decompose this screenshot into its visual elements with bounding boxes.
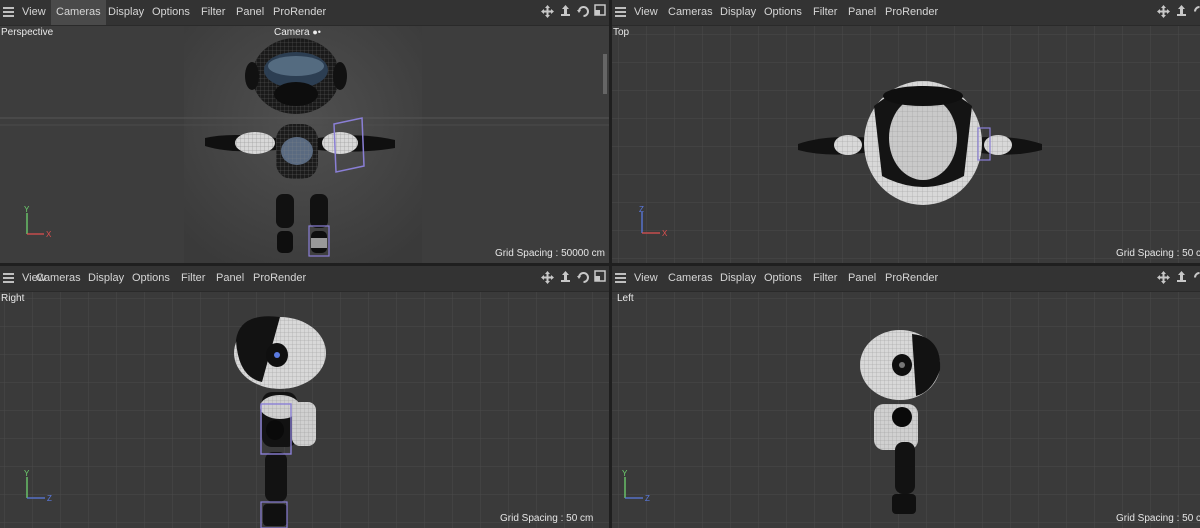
menu-filter[interactable]: Filter bbox=[196, 0, 230, 25]
move-icon[interactable] bbox=[540, 4, 555, 19]
right-canvas[interactable]: Y Z bbox=[0, 292, 609, 528]
axis-x-label: X bbox=[46, 230, 52, 239]
menu-view[interactable]: View bbox=[17, 0, 51, 25]
viewport-menubar: View Cameras Display Options Filter Pane… bbox=[0, 266, 609, 292]
viewport-left[interactable]: View Cameras Display Options Filter Pane… bbox=[612, 266, 1200, 528]
menu-display[interactable]: Display bbox=[715, 0, 761, 25]
grid-spacing-label: Grid Spacing : 50 cm bbox=[1116, 248, 1200, 259]
viewport-menubar: View Cameras Display Options Filter Pane… bbox=[612, 0, 1200, 26]
rotate-icon[interactable] bbox=[576, 4, 591, 19]
viewport-perspective[interactable]: View Cameras Display Options Filter Pane… bbox=[0, 0, 609, 263]
viewport-menubar: View Cameras Display Options Filter Pane… bbox=[0, 0, 609, 26]
left-canvas[interactable]: Y Z bbox=[612, 292, 1200, 528]
menu-prorender[interactable]: ProRender bbox=[248, 266, 311, 291]
camera-icon[interactable]: ●• bbox=[312, 27, 321, 37]
hamburger-icon[interactable] bbox=[3, 273, 14, 284]
viewport-title: Right bbox=[1, 293, 25, 304]
viewport-right[interactable]: View Cameras Display Options Filter Pane… bbox=[0, 266, 609, 528]
menu-cameras[interactable]: Cameras bbox=[51, 0, 106, 25]
menu-filter[interactable]: Filter bbox=[808, 266, 842, 291]
rotate-icon[interactable] bbox=[1192, 4, 1200, 19]
move-icon[interactable] bbox=[540, 270, 555, 285]
menu-cameras[interactable]: Cameras bbox=[663, 266, 718, 291]
move-icon[interactable] bbox=[1156, 4, 1171, 19]
menu-filter[interactable]: Filter bbox=[176, 266, 210, 291]
move-icon[interactable] bbox=[1156, 270, 1171, 285]
menu-options[interactable]: Options bbox=[127, 266, 175, 291]
viewport-menubar: View Cameras Display Options Filter Pane… bbox=[612, 266, 1200, 292]
menu-prorender[interactable]: ProRender bbox=[268, 0, 331, 25]
menu-prorender[interactable]: ProRender bbox=[880, 266, 943, 291]
menu-cameras[interactable]: Cameras bbox=[663, 0, 718, 25]
perspective-canvas[interactable]: Y X bbox=[0, 26, 609, 263]
viewport-title: Left bbox=[617, 293, 634, 304]
menu-view[interactable]: View bbox=[629, 266, 663, 291]
menu-prorender[interactable]: ProRender bbox=[880, 0, 943, 25]
menu-options[interactable]: Options bbox=[759, 0, 807, 25]
menu-panel[interactable]: Panel bbox=[843, 266, 881, 291]
viewport-top[interactable]: View Cameras Display Options Filter Pane… bbox=[612, 0, 1200, 263]
maximize-icon[interactable] bbox=[594, 270, 606, 282]
hamburger-icon[interactable] bbox=[615, 7, 626, 18]
menu-panel[interactable]: Panel bbox=[231, 0, 269, 25]
axis-y-label: Y bbox=[24, 205, 30, 214]
menu-display[interactable]: Display bbox=[103, 0, 149, 25]
axis-z-label: Z bbox=[639, 205, 644, 214]
grid-spacing-label: Grid Spacing : 50000 cm bbox=[494, 248, 605, 259]
menu-options[interactable]: Options bbox=[759, 266, 807, 291]
grid-spacing-label: Grid Spacing : 50 cm bbox=[500, 513, 594, 524]
grid-spacing-label: Grid Spacing : 50 cm bbox=[1116, 513, 1200, 524]
top-canvas[interactable]: Z X bbox=[612, 26, 1200, 263]
menu-filter[interactable]: Filter bbox=[808, 0, 842, 25]
hamburger-icon[interactable] bbox=[3, 7, 14, 18]
camera-label[interactable]: Camera ●• bbox=[274, 27, 321, 38]
pan-icon[interactable] bbox=[558, 270, 573, 285]
menu-display[interactable]: Display bbox=[83, 266, 129, 291]
axis-y-label: Y bbox=[622, 469, 628, 478]
menu-options[interactable]: Options bbox=[147, 0, 195, 25]
viewport-title: Top bbox=[613, 27, 630, 38]
pan-icon[interactable] bbox=[558, 4, 573, 19]
menu-cameras[interactable]: Cameras bbox=[31, 266, 86, 291]
menu-view[interactable]: View bbox=[629, 0, 663, 25]
viewport-title: Perspective bbox=[1, 27, 54, 38]
maximize-icon[interactable] bbox=[594, 4, 606, 16]
rotate-icon[interactable] bbox=[576, 270, 591, 285]
axis-z-label: Z bbox=[47, 494, 52, 503]
menu-display[interactable]: Display bbox=[715, 266, 761, 291]
axis-y-label: Y bbox=[24, 469, 30, 478]
menu-panel[interactable]: Panel bbox=[211, 266, 249, 291]
axis-x-label: X bbox=[662, 229, 668, 238]
menu-panel[interactable]: Panel bbox=[843, 0, 881, 25]
scrollbar[interactable] bbox=[603, 54, 607, 263]
pan-icon[interactable] bbox=[1174, 4, 1189, 19]
rotate-icon[interactable] bbox=[1192, 270, 1200, 285]
hamburger-icon[interactable] bbox=[615, 273, 626, 284]
pan-icon[interactable] bbox=[1174, 270, 1189, 285]
axis-z-label: Z bbox=[645, 494, 650, 503]
